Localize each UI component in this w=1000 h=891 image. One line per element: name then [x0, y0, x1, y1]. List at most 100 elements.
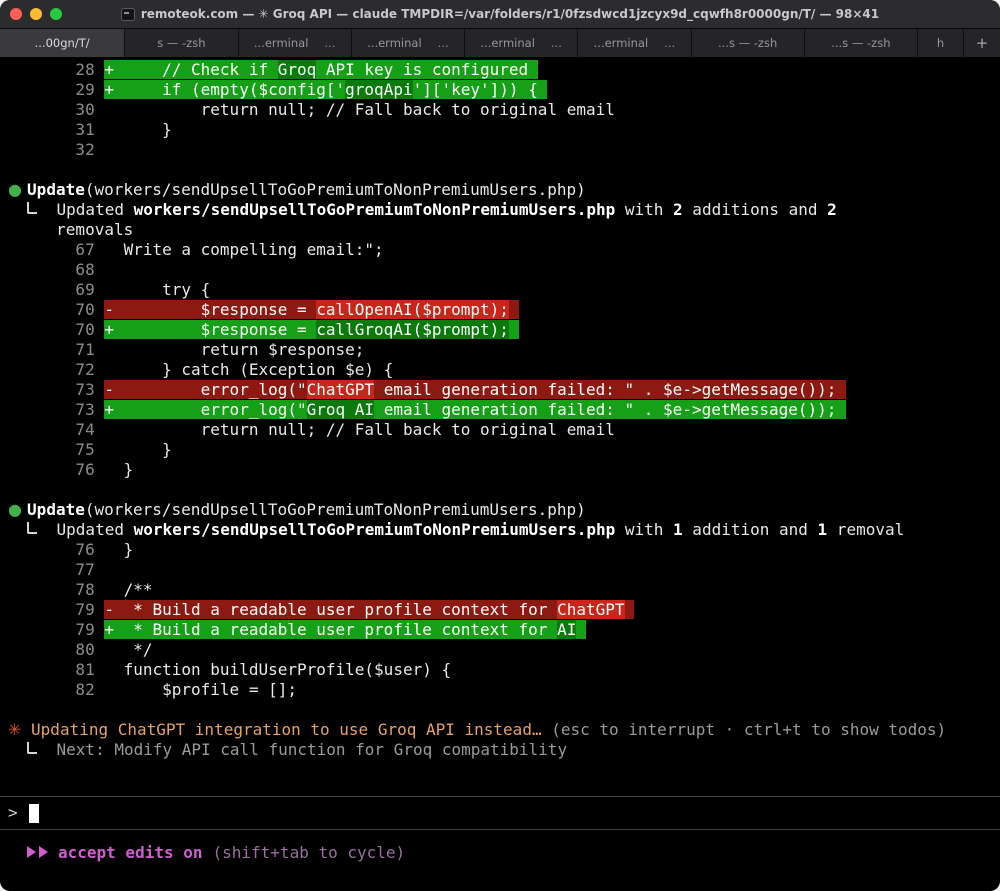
diff-context-line: 74 return null; // Fall back to original…	[8, 420, 992, 440]
diff-context-line: 75 }	[8, 440, 992, 460]
code-text: addition and	[682, 520, 818, 539]
diff-line-removed: 73 - error_log("ChatGPT email generation…	[8, 380, 992, 400]
added-code: + if (empty($config['	[104, 80, 346, 99]
diff-context-line: 30 return null; // Fall back to original…	[8, 100, 992, 120]
fast-forward-icon	[27, 843, 51, 863]
minimize-button[interactable]	[30, 8, 42, 20]
diff-context-line: 78 /**	[8, 580, 992, 600]
terminal-tab[interactable]: ...erminal...	[238, 29, 352, 57]
bold-text: workers/sendUpsellToGoPremiumToNonPremiu…	[133, 520, 616, 539]
diff-context-line: 80 */	[8, 640, 992, 660]
removed-code-highlight: ChatGPT	[557, 600, 625, 619]
tab-title: h	[936, 36, 945, 50]
tab-title: s — -zsh	[157, 36, 206, 50]
line-number: 79	[8, 620, 105, 639]
removed-code-highlight: ChatGPT	[306, 380, 375, 399]
code-text: with	[615, 520, 674, 539]
status-text: Updating ChatGPT integration to use Groq…	[21, 720, 552, 739]
zoom-button[interactable]	[50, 8, 62, 20]
tool-result-summary: Updated workers/sendUpsellToGoPremiumToN…	[8, 200, 992, 220]
close-button[interactable]	[10, 8, 22, 20]
prompt-input-box[interactable]: >	[0, 796, 1000, 830]
tab-overflow-indicator: ...	[550, 36, 562, 50]
removed-code: - * Build a readable user profile contex…	[104, 600, 558, 619]
added-code-highlight: AI	[557, 620, 577, 639]
tab-title: ...s — -zsh	[718, 36, 778, 50]
terminal-tab[interactable]: ...erminal...	[351, 29, 465, 57]
added-code: email generation failed: " . $e->getMess…	[374, 400, 847, 419]
code-text: /**	[104, 580, 153, 599]
tab-title: ...erminal	[367, 36, 422, 50]
removed-code-highlight: callOpenAI($prompt);	[316, 300, 509, 319]
added-code: + * Build a readable user profile contex…	[104, 620, 558, 639]
removed-code	[508, 300, 519, 319]
diff-context-line: 71 return $response;	[8, 340, 992, 360]
hint-text: Next: Modify API call function for Groq …	[37, 740, 568, 759]
tab-bar: ...00gn/T/s — -zsh ...erminal... ...ermina…	[0, 28, 1000, 57]
terminal-proxy-icon	[120, 7, 135, 21]
code-text: (workers/sendUpsellToGoPremiumToNonPremi…	[84, 500, 586, 519]
line-number: 77	[8, 560, 95, 579]
window-title: remoteok.com — ✳ Groq API — claude TMPDI…	[140, 7, 880, 21]
terminal-output[interactable]: 28 + // Check if Groq API key is configu…	[0, 57, 1000, 760]
added-code	[576, 620, 586, 639]
diff-context-line: 32	[8, 140, 992, 160]
terminal-tab[interactable]: ...erminal...	[465, 29, 579, 57]
tool-call-header: ● Update(workers/sendUpsellToGoPremiumTo…	[8, 180, 992, 200]
window-title-area: remoteok.com — ✳ Groq API — claude TMPDI…	[120, 7, 880, 21]
todo-next-line: Next: Modify API call function for Groq …	[8, 740, 992, 760]
diff-line-added: 70 + $response = callGroqAI($prompt);	[8, 320, 992, 340]
terminal-tab[interactable]: ...s — -zsh	[691, 29, 805, 57]
new-tab-button[interactable]: +	[964, 29, 1000, 57]
code-text: removals	[8, 220, 134, 239]
code-text: with	[615, 200, 674, 219]
added-code: ']['key'])) {	[412, 80, 548, 99]
line-number: 76	[8, 540, 105, 559]
elbow-icon	[27, 742, 38, 754]
added-code	[508, 320, 519, 339]
diff-line-removed: 79 - * Build a readable user profile con…	[8, 600, 992, 620]
tool-result-summary: removals	[8, 220, 992, 240]
mode-label: accept edits on	[58, 843, 203, 862]
code-text: function buildUserProfile($user) {	[104, 660, 452, 679]
code-text: Updated	[37, 200, 134, 219]
line-number: 75	[8, 440, 105, 459]
terminal-tab[interactable]: ...s — -zsh	[804, 29, 918, 57]
tab-overflow-indicator: ...	[664, 36, 676, 50]
status-line: ✳ Updating ChatGPT integration to use Gr…	[8, 720, 992, 740]
diff-context-line: 81 function buildUserProfile($user) {	[8, 660, 992, 680]
code-text: Write a compelling email:";	[104, 240, 384, 259]
code-text: Updated	[37, 520, 134, 539]
diff-line-added: 79 + * Build a readable user profile con…	[8, 620, 992, 640]
code-text: return null; // Fall back to original em…	[104, 420, 615, 439]
line-number: 72	[8, 360, 105, 379]
hint-text: (esc to interrupt · ctrl+t to show todos…	[551, 720, 947, 739]
line-number: 80	[8, 640, 105, 659]
diff-context-line: 77	[8, 560, 992, 580]
bullet-icon: ●	[8, 500, 28, 519]
line-number: 73	[8, 380, 105, 399]
titlebar[interactable]: remoteok.com — ✳ Groq API — claude TMPDI…	[0, 0, 1000, 28]
tab-overflow-indicator: ...	[324, 36, 336, 50]
terminal-tab[interactable]: ...erminal...	[578, 29, 692, 57]
added-code: API key is configured	[316, 60, 538, 79]
diff-line-added: 73 + error_log("Groq AI email generation…	[8, 400, 992, 420]
code-text: $profile = [];	[104, 680, 297, 699]
code-text: }	[104, 540, 134, 559]
code-text: */	[104, 640, 153, 659]
terminal-tab[interactable]: s — -zsh	[125, 29, 239, 57]
elbow-icon	[27, 522, 38, 534]
diff-context-line: 67 Write a compelling email:";	[8, 240, 992, 260]
added-code-highlight: callGroqAI($prompt);	[316, 320, 509, 339]
tab-title: ...00gn/T/	[34, 36, 90, 50]
code-text: return null; // Fall back to original em…	[104, 100, 615, 119]
added-code-highlight: Groq	[277, 60, 317, 79]
diff-line-removed: 70 - $response = callOpenAI($prompt);	[8, 300, 992, 320]
code-text: }	[104, 120, 172, 139]
diff-line-added: 28 + // Check if Groq API key is configu…	[8, 60, 992, 80]
terminal-tab[interactable]: h	[918, 29, 964, 57]
terminal-tab[interactable]: ...00gn/T/	[0, 29, 126, 57]
